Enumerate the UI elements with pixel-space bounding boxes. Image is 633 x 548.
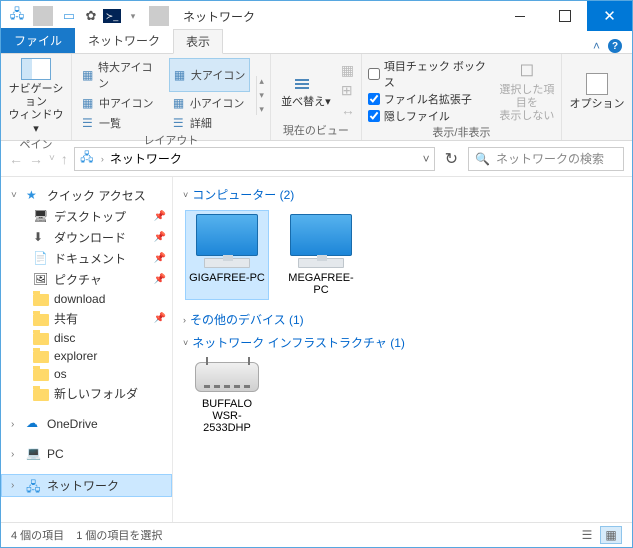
layout-extra-large[interactable]: ▦特大アイコン [78,58,163,92]
gallery-more-icon[interactable]: ▾ [259,104,264,115]
maximize-button[interactable] [542,1,587,31]
navigation-pane-button[interactable]: ナビゲーション ウィンドウ▾ [7,58,65,136]
sort-icon [295,71,317,93]
check-extensions[interactable]: ファイル名拡張子 [368,91,493,107]
pin-icon: 📌 [154,274,166,285]
ribbon-tabs: ファイル ネットワーク 表示 ˄ ? [1,31,632,54]
view-details-button[interactable]: ☰ [576,526,598,544]
layout-small[interactable]: ▦小アイコン [169,94,250,112]
recent-dropdown-icon[interactable]: ˅ [49,151,55,167]
layout-medium[interactable]: ▦中アイコン [78,94,163,112]
options-icon [586,73,608,95]
gallery-up-icon[interactable]: ▴ [259,76,264,87]
layout-gallery[interactable]: ▦特大アイコン ▦大アイコン ▦中アイコン ▦小アイコン ☰一覧 ☰詳細 [78,58,250,132]
pin-icon: 📌 [154,211,166,222]
refresh-button[interactable]: ↻ [441,149,462,169]
window-title: ネットワーク [173,8,497,25]
check-hidden[interactable]: 隠しファイル [368,108,493,124]
titlebar: 🖧 ▭ ✿ ≻_ ▾ ネットワーク ✕ [1,1,632,31]
options-button[interactable]: オプション [568,73,626,111]
address-bar-row: ← → ˅ ↑ 🖧 › ネットワーク ˅ ↻ 🔍 ネットワークの検索 [1,141,632,177]
sidebar-desktop[interactable]: デスクトップ📌 [1,206,172,227]
hide-selected-button: ◻ 選択した項目を 表示しない [499,59,555,123]
groupby-icon[interactable]: ▦ [341,62,355,79]
back-button[interactable]: ← [9,151,23,167]
pin-icon: 📌 [154,232,166,243]
sidebar-documents[interactable]: ドキュメント📌 [1,248,172,269]
address-dropdown-icon[interactable]: ˅ [423,152,430,166]
content-pane[interactable]: ˅コンピューター (2) GIGAFREE-PC MEGAFREE-PC ›その… [173,177,632,522]
ribbon: ナビゲーション ウィンドウ▾ ペイン ▦特大アイコン ▦大アイコン ▦中アイコン… [1,54,632,141]
sort-button[interactable]: 並べ替え▾ [277,71,335,109]
sidebar-share[interactable]: 共有📌 [1,308,172,329]
sidebar-newfolder[interactable]: 新しいフォルダ [1,383,172,404]
monitor-icon [196,214,258,256]
status-count: 4 個の項目 [11,527,64,543]
collapse-ribbon-icon[interactable]: ˄ [593,39,600,53]
tab-view[interactable]: 表示 [173,29,223,54]
navigation-pane[interactable]: ˅クイック アクセス デスクトップ📌 ダウンロード📌 ドキュメント📌 ピクチャ📌… [1,177,173,522]
sidebar-downloads[interactable]: ダウンロード📌 [1,227,172,248]
sidebar-download-folder[interactable]: download [1,290,172,308]
qat-powershell-icon[interactable]: ≻_ [103,9,121,23]
sidebar-os[interactable]: os [1,365,172,383]
group-showhide-label: 表示/非表示 [368,124,555,142]
address-bar[interactable]: 🖧 › ネットワーク ˅ [74,147,435,171]
status-bar: 4 個の項目 1 個の項目を選択 ☰ ▦ [1,522,632,547]
sidebar-pictures[interactable]: ピクチャ📌 [1,269,172,290]
close-button[interactable]: ✕ [587,1,632,31]
hide-icon: ◻ [519,59,534,81]
system-icon[interactable]: 🖧 [7,6,27,26]
view-large-button[interactable]: ▦ [600,526,622,544]
tab-network[interactable]: ネットワーク [75,28,173,53]
search-icon: 🔍 [475,152,490,166]
check-item-checkboxes[interactable]: 項目チェック ボックス [368,58,493,90]
group-other-header[interactable]: ›その他のデバイス (1) [173,308,632,331]
sidebar-quick-access[interactable]: ˅クイック アクセス [1,185,172,206]
qat-settings-icon[interactable]: ✿ [81,6,101,26]
addcolumns-icon[interactable]: ⊞ [341,82,355,99]
layout-details[interactable]: ☰詳細 [169,114,250,132]
sidebar-network[interactable]: ›ネットワーク [1,474,172,497]
group-currentview-label: 現在のビュー [277,122,355,140]
navigation-pane-icon [21,58,51,80]
computer-item[interactable]: MEGAFREE-PC [279,210,363,300]
qat-desktop-icon[interactable]: ▭ [59,6,79,26]
up-button[interactable]: ↑ [61,151,68,167]
layout-large[interactable]: ▦大アイコン [169,58,250,92]
sidebar-explorer[interactable]: explorer [1,347,172,365]
group-infra-header[interactable]: ˅ネットワーク インフラストラクチャ (1) [173,331,632,354]
router-icon [195,362,259,392]
router-item[interactable]: BUFFALO WSR-2533DHP [185,358,269,438]
minimize-button[interactable] [497,1,542,31]
address-text: ネットワーク [110,150,182,167]
sidebar-pc[interactable]: ›PC [1,444,172,464]
layout-list[interactable]: ☰一覧 [78,114,163,132]
computer-item[interactable]: GIGAFREE-PC [185,210,269,300]
address-location-icon: 🖧 [79,151,95,167]
forward-button[interactable]: → [29,151,43,167]
status-selection: 1 個の項目を選択 [76,527,162,543]
pin-icon: 📌 [154,313,166,324]
explorer-window: 🖧 ▭ ✿ ≻_ ▾ ネットワーク ✕ ファイル ネットワーク 表示 ˄ ? [0,0,633,548]
search-placeholder: ネットワークの検索 [496,150,604,167]
tab-file[interactable]: ファイル [1,28,75,53]
sidebar-disc[interactable]: disc [1,329,172,347]
help-icon[interactable]: ? [608,39,622,53]
group-computers-header[interactable]: ˅コンピューター (2) [173,183,632,206]
pin-icon: 📌 [154,253,166,264]
monitor-icon [290,214,352,256]
sizecolumns-icon[interactable]: ↔ [341,102,355,118]
search-box[interactable]: 🔍 ネットワークの検索 [468,147,624,171]
qat-dropdown-icon[interactable]: ▾ [123,6,143,26]
gallery-down-icon[interactable]: ▾ [259,90,264,101]
sidebar-onedrive[interactable]: ›OneDrive [1,414,172,434]
